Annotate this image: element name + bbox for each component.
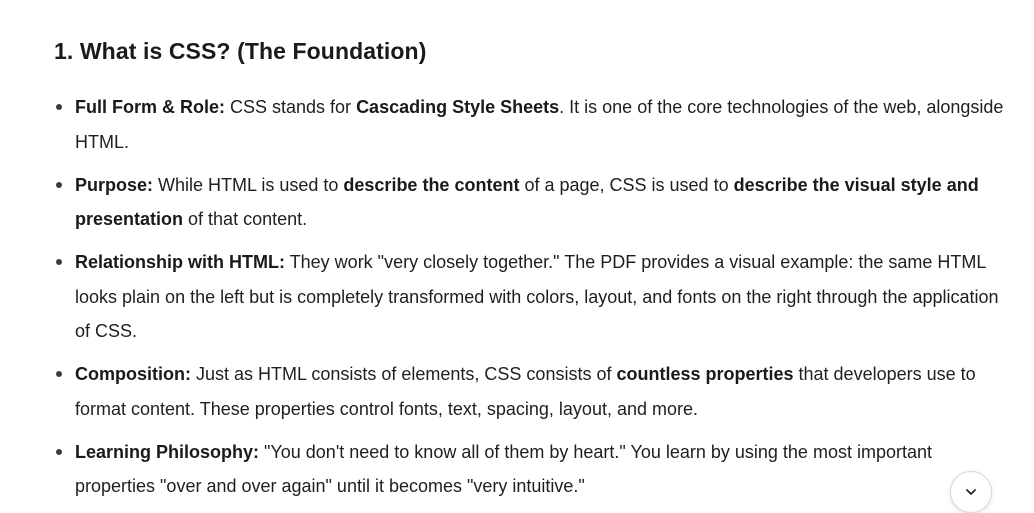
list-item-learning-philosophy: Learning Philosophy: "You don't need to … [54, 435, 1004, 504]
item-text: of a page, CSS is used to [519, 174, 734, 195]
item-emphasis: countless properties [616, 364, 794, 384]
list-item-composition: Composition: Just as HTML consists of el… [54, 357, 1004, 426]
item-label: Relationship with HTML: [75, 252, 285, 272]
item-text: While HTML is used to [153, 174, 344, 195]
item-label: Composition: [75, 364, 191, 384]
bullet-list: Full Form & Role: CSS stands for Cascadi… [54, 90, 1004, 504]
list-item-purpose: Purpose: While HTML is used to describe … [54, 168, 1004, 237]
scroll-down-button[interactable] [950, 471, 992, 513]
chevron-down-icon [966, 489, 976, 495]
section-heading: 1. What is CSS? (The Foundation) [54, 38, 427, 64]
list-item-full-form: Full Form & Role: CSS stands for Cascadi… [54, 90, 1004, 159]
item-label: Full Form & Role: [75, 97, 225, 117]
message-content: 1. What is CSS? (The Foundation) Full Fo… [54, 34, 1004, 512]
bullet-dot [56, 104, 62, 110]
item-text: CSS stands for [225, 97, 357, 117]
list-item-relationship: Relationship with HTML: They work "very … [54, 245, 1004, 349]
item-emphasis: describe the content [343, 174, 520, 195]
item-label: Purpose: [75, 174, 154, 195]
item-text: Just as HTML consists of elements, CSS c… [190, 364, 617, 384]
item-label: Learning Philosophy: [75, 441, 260, 462]
bullet-dot [56, 259, 62, 265]
item-emphasis: Cascading Style Sheets [356, 97, 560, 117]
bullet-dot [56, 448, 62, 455]
bullet-dot [56, 371, 62, 377]
bullet-dot [56, 181, 62, 188]
item-text: of that content. [183, 209, 308, 229]
